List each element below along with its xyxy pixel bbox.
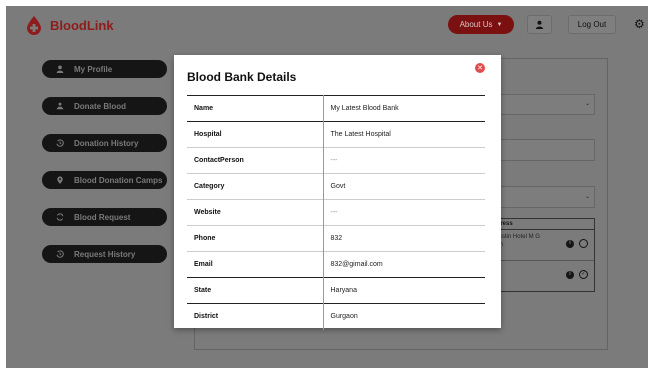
details-row-phone: Phone 832 xyxy=(187,225,485,252)
detail-label: Category xyxy=(187,173,324,200)
detail-value: My Latest Blood Bank xyxy=(323,95,485,122)
details-row-name: Name My Latest Blood Bank xyxy=(187,95,485,122)
details-table: Name My Latest Blood Bank Hospital The L… xyxy=(187,95,485,330)
sidebar-item-blood-donation-camps[interactable]: Blood Donation Camps xyxy=(42,171,167,189)
details-row-email: Email 832@gimail.com xyxy=(187,251,485,278)
sidebar-item-label: Blood Request xyxy=(74,212,131,222)
modal-title: Blood Bank Details xyxy=(187,70,297,84)
table-row[interactable]: Westin Hotel M G aon i xyxy=(491,230,594,261)
details-row-contact-person: ContactPerson --- xyxy=(187,147,485,174)
details-row-category: Category Govt xyxy=(187,173,485,200)
close-icon[interactable]: ✕ xyxy=(475,63,485,73)
detail-value: --- xyxy=(323,199,485,226)
info-icon[interactable]: i xyxy=(566,239,574,248)
detail-label: Email xyxy=(187,251,324,278)
sidebar-item-label: Donate Blood xyxy=(74,101,126,111)
table-row[interactable]: i ✓ xyxy=(491,261,594,292)
table-header-address: ddress xyxy=(491,219,594,230)
detail-value: The Latest Hospital xyxy=(323,121,485,148)
detail-label: Website xyxy=(187,199,324,226)
sidebar-item-my-profile[interactable]: My Profile xyxy=(42,60,167,78)
about-us-label: About Us xyxy=(459,20,493,29)
details-row-website: Website --- xyxy=(187,199,485,226)
donate-icon xyxy=(56,102,64,110)
details-row-district: District Gurgaon xyxy=(187,303,485,330)
sidebar-item-donate-blood[interactable]: Donate Blood xyxy=(42,97,167,115)
radio-button[interactable] xyxy=(579,239,588,248)
detail-value: 832 xyxy=(323,225,485,252)
app-name: BloodLink xyxy=(50,17,114,33)
background-select[interactable]: ⌄ xyxy=(491,94,595,115)
gear-icon[interactable]: ⚙ xyxy=(634,17,645,31)
sidebar-item-donation-history[interactable]: Donation History xyxy=(42,134,167,152)
sidebar-item-label: Request History xyxy=(74,249,136,259)
detail-value: 832@gimail.com xyxy=(323,251,485,278)
history-icon xyxy=(56,139,64,147)
about-us-dropdown[interactable]: About Us ▼ xyxy=(448,15,514,34)
logout-button[interactable]: Log Out xyxy=(568,15,616,34)
detail-label: Hospital xyxy=(187,121,324,148)
details-row-state: State Haryana xyxy=(187,277,485,304)
background-select-2[interactable]: ⌄ xyxy=(491,186,595,208)
detail-label: District xyxy=(187,303,324,330)
sidebar-item-request-history[interactable]: Request History xyxy=(42,245,167,263)
blood-bank-details-modal: Blood Bank Details ✕ Name My Latest Bloo… xyxy=(174,55,501,330)
app-logo[interactable]: BloodLink xyxy=(24,15,114,35)
details-row-hospital: Hospital The Latest Hospital xyxy=(187,121,485,148)
background-table: ddress Westin Hotel M G aon i i ✓ xyxy=(490,218,595,292)
location-pin-icon xyxy=(57,176,63,184)
user-icon xyxy=(535,20,544,29)
detail-value: --- xyxy=(323,147,485,174)
sidebar-item-blood-request[interactable]: Blood Request xyxy=(42,208,167,226)
user-icon xyxy=(56,65,64,73)
detail-value: Govt xyxy=(323,173,485,200)
detail-value: Gurgaon xyxy=(323,303,485,330)
background-input[interactable] xyxy=(491,139,595,161)
info-icon[interactable]: i xyxy=(566,270,574,279)
radio-checked-icon[interactable]: ✓ xyxy=(579,270,588,279)
detail-label: State xyxy=(187,277,324,304)
detail-label: ContactPerson xyxy=(187,147,324,174)
sidebar-item-label: Donation History xyxy=(74,138,139,148)
detail-label: Name xyxy=(187,95,324,122)
app-window: BloodLink About Us ▼ Log Out ⚙ My Profil… xyxy=(6,6,648,368)
history-icon xyxy=(56,250,64,258)
chevron-down-icon: ⌄ xyxy=(584,101,590,107)
chevron-down-icon: ⌄ xyxy=(584,194,590,200)
detail-label: Phone xyxy=(187,225,324,252)
refresh-icon xyxy=(56,213,64,221)
blood-drop-logo-icon xyxy=(27,16,41,35)
user-account-button[interactable] xyxy=(527,15,552,34)
sidebar-item-label: Blood Donation Camps xyxy=(74,175,163,185)
chevron-down-icon: ▼ xyxy=(496,21,503,28)
detail-value: Haryana xyxy=(323,277,485,304)
sidebar-item-label: My Profile xyxy=(74,64,113,74)
